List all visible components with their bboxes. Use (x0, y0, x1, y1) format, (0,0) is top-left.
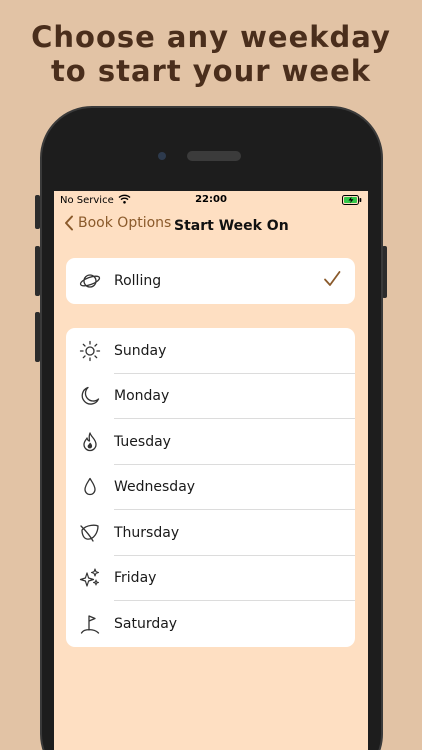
back-button-label: Book Options (78, 215, 172, 231)
rolling-group: Rolling (66, 258, 355, 304)
day-label: Wednesday (114, 479, 196, 496)
sparkles-icon (66, 556, 114, 602)
flag-icon (66, 601, 114, 647)
option-saturday[interactable]: Saturday (66, 601, 355, 647)
option-sunday[interactable]: Sunday (66, 328, 355, 374)
drop-icon (66, 465, 114, 511)
phone-screen: No Service 22:00 Book Options Start Week… (54, 191, 368, 750)
option-tuesday[interactable]: Tuesday (66, 419, 355, 465)
option-wednesday[interactable]: Wednesday (66, 465, 355, 511)
headline-line-1: Choose any weekday (31, 20, 391, 54)
earpiece-speaker (187, 151, 241, 161)
moon-icon (66, 374, 114, 420)
chevron-left-icon (65, 215, 73, 231)
sun-icon (66, 328, 114, 374)
planet-icon (66, 258, 114, 304)
front-camera (158, 152, 166, 160)
status-time: 22:00 (195, 194, 227, 205)
day-label: Thursday (114, 524, 180, 541)
option-friday[interactable]: Friday (66, 556, 355, 602)
day-label: Tuesday (114, 433, 171, 450)
day-label: Saturday (114, 615, 178, 632)
option-rolling-label: Rolling (114, 272, 162, 289)
leaf-icon (66, 510, 114, 556)
page-title: Start Week On (174, 218, 289, 234)
option-monday[interactable]: Monday (66, 374, 355, 420)
marketing-headline: Choose any weekday to start your week (0, 20, 422, 88)
day-label: Monday (114, 388, 170, 405)
flame-icon (66, 419, 114, 465)
day-label: Friday (114, 570, 157, 587)
option-rolling[interactable]: Rolling (66, 258, 355, 304)
battery-charging-icon (342, 195, 362, 208)
weekday-group: Sunday Monday Tuesday Wednesday Thursday… (66, 328, 355, 647)
headline-line-2: to start your week (50, 54, 372, 88)
back-button[interactable]: Book Options (64, 215, 171, 231)
option-thursday[interactable]: Thursday (66, 510, 355, 556)
navigation-bar: Book Options Start Week On (54, 215, 368, 239)
checkmark-icon (323, 270, 341, 292)
status-bar: No Service 22:00 (54, 191, 368, 209)
day-label: Sunday (114, 342, 167, 359)
